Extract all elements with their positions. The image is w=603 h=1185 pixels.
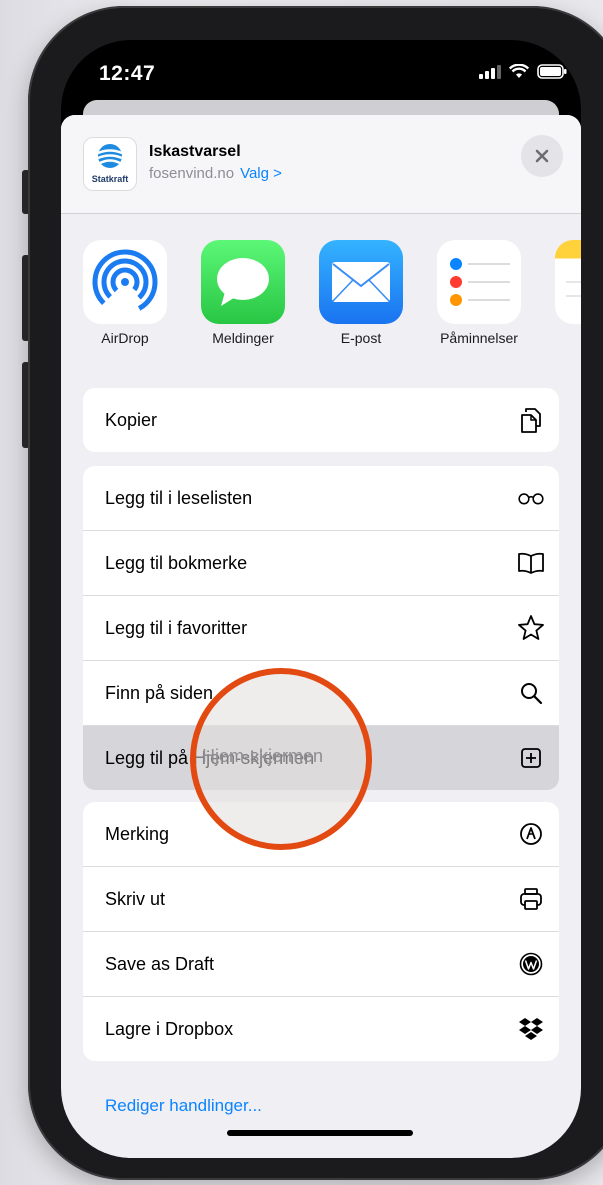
app-airdrop[interactable]: AirDrop: [75, 240, 175, 346]
mail-icon: [319, 240, 403, 324]
magnifier-icon: [517, 679, 545, 707]
action-label: Finn på siden: [105, 682, 214, 703]
action-save-as-draft[interactable]: Save as Draft: [83, 932, 559, 997]
airdrop-icon: [83, 240, 167, 324]
action-label: Legg til i favoritter: [105, 617, 248, 638]
wordpress-icon: [517, 950, 545, 978]
app-label: N: [547, 330, 581, 346]
action-bookmark[interactable]: Legg til bokmerke: [83, 531, 559, 596]
statkraft-logo-icon: [97, 144, 123, 168]
app-row: AirDrop Meldinger E-post Påminnelser: [61, 215, 581, 355]
signal-icon: [479, 64, 501, 79]
screen: 12:47 Statkraft Iskastvarsel fosenvind.n…: [61, 40, 581, 1158]
action-label: Legg til i leselisten: [105, 487, 253, 508]
share-sheet: Statkraft Iskastvarsel fosenvind.no Valg …: [61, 115, 581, 1158]
action-label: Legg til bokmerke: [105, 552, 248, 573]
touch-hint-text: Hjem-skjermen: [202, 746, 324, 766]
site-logo: Statkraft: [83, 137, 137, 191]
app-reminders[interactable]: Påminnelser: [429, 240, 529, 346]
close-icon: [535, 149, 549, 163]
status-icons: [479, 64, 567, 79]
logo-text: Statkraft: [91, 174, 129, 184]
markup-icon: [517, 820, 545, 848]
wifi-icon: [509, 64, 529, 78]
reminders-icon: [437, 240, 521, 324]
status-time: 12:47: [99, 62, 156, 85]
home-indicator: [227, 1130, 413, 1136]
app-messages[interactable]: Meldinger: [193, 240, 293, 346]
edit-actions-link[interactable]: Rediger handlinger...: [105, 1096, 262, 1116]
battery-icon: [537, 64, 567, 79]
app-label: Påminnelser: [440, 330, 518, 346]
app-label: Meldinger: [212, 330, 274, 346]
copy-icon: [517, 406, 545, 434]
book-icon: [517, 549, 545, 577]
app-label: E-post: [340, 330, 382, 346]
action-copy[interactable]: Kopier: [83, 388, 559, 452]
close-button[interactable]: [521, 135, 563, 177]
action-label: Kopier: [105, 409, 158, 430]
app-mail[interactable]: E-post: [311, 240, 411, 346]
action-label: Merking: [105, 823, 170, 844]
printer-icon: [517, 885, 545, 913]
page-title: Iskastvarsel: [149, 143, 241, 160]
messages-icon: [201, 240, 285, 324]
action-label: Save as Draft: [105, 953, 215, 974]
action-group-extensions: Merking Skriv ut Save as Draft Lagre i D…: [83, 802, 559, 1061]
glasses-icon: [517, 484, 545, 512]
page-domain: fosenvind.no Valg >: [149, 165, 282, 182]
action-label: Lagre i Dropbox: [105, 1018, 234, 1039]
action-group-copy: Kopier: [83, 388, 559, 452]
plus-square-icon: [517, 744, 545, 772]
app-label: AirDrop: [101, 330, 149, 346]
star-icon: [517, 614, 545, 642]
action-print[interactable]: Skriv ut: [83, 867, 559, 932]
notes-icon: [555, 240, 581, 324]
action-reading-list[interactable]: Legg til i leselisten: [83, 466, 559, 531]
app-notes[interactable]: N: [547, 240, 581, 346]
domain-text: fosenvind.no: [149, 165, 235, 182]
dropbox-icon: [517, 1015, 545, 1043]
options-link[interactable]: Valg >: [240, 165, 282, 182]
action-save-to-dropbox[interactable]: Lagre i Dropbox: [83, 997, 559, 1061]
action-label: Skriv ut: [105, 888, 166, 909]
action-favorites[interactable]: Legg til i favoritter: [83, 596, 559, 661]
share-header: Statkraft Iskastvarsel fosenvind.no Valg …: [61, 115, 581, 214]
